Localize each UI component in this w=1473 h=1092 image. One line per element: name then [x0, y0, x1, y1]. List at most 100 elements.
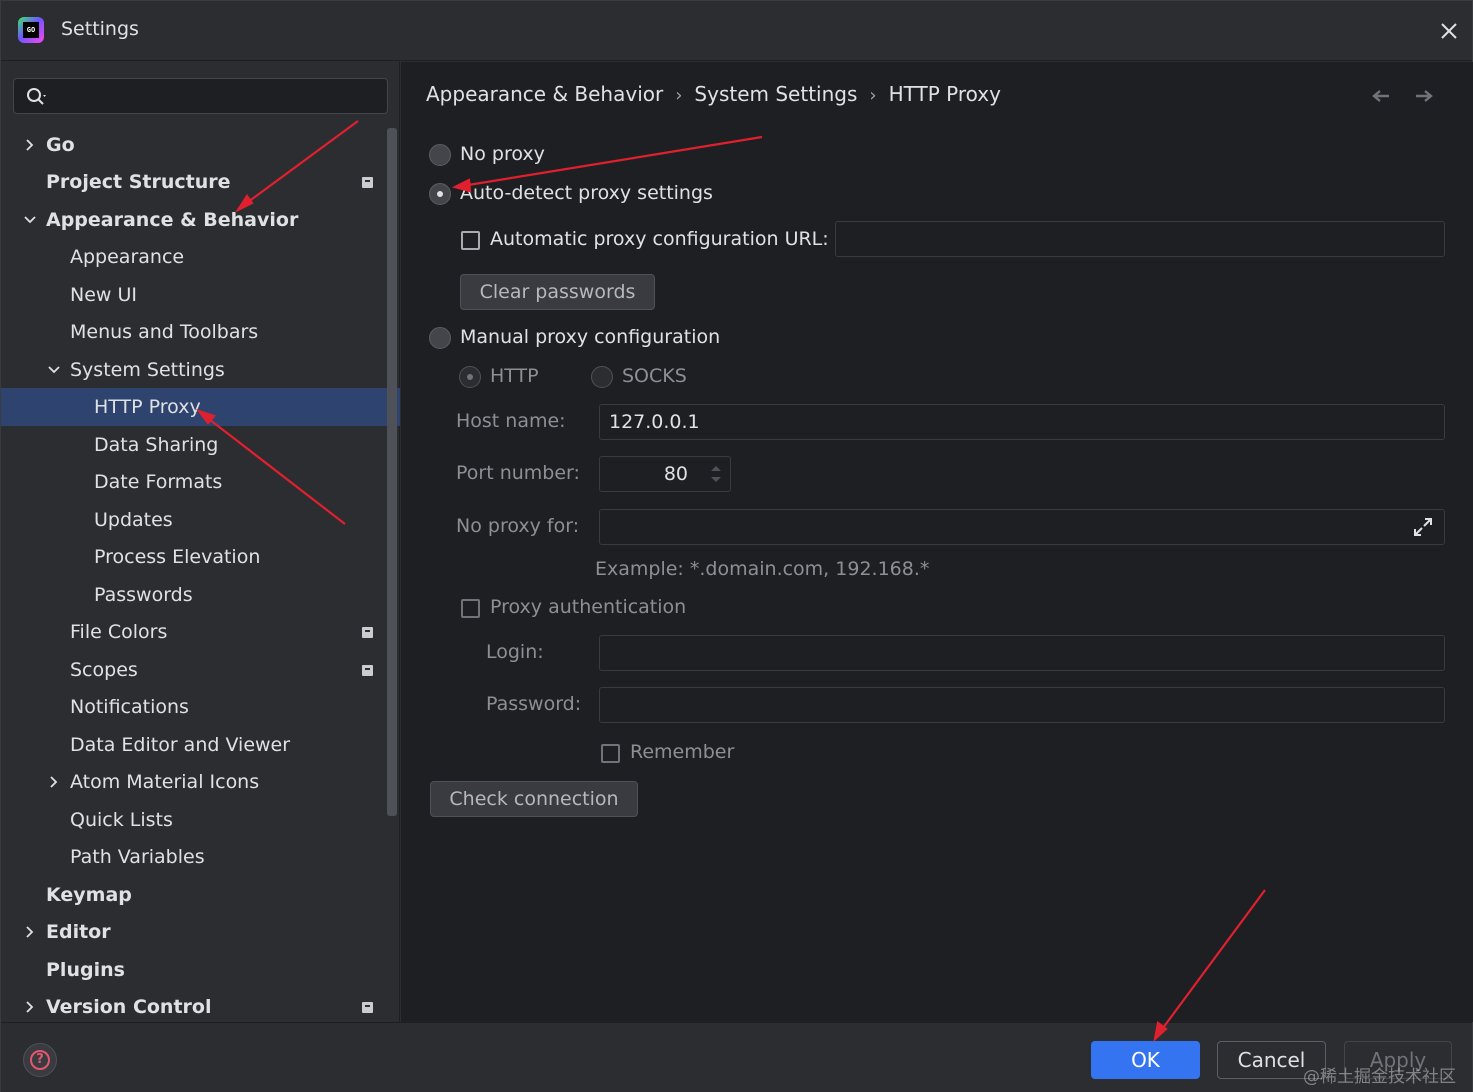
tree-item-label: Data Editor and Viewer: [70, 734, 291, 756]
tree-item-keymap[interactable]: Keymap: [1, 876, 400, 914]
tree-item-data-sharing[interactable]: Data Sharing: [1, 426, 400, 464]
tree-item-label: Appearance & Behavior: [46, 209, 299, 231]
watermark: @稀土掘金技术社区: [1303, 1067, 1456, 1087]
tree-item-label: System Settings: [70, 359, 225, 381]
title-bar: GO Settings: [1, 1, 1472, 61]
check-connection-button[interactable]: Check connection: [430, 781, 638, 817]
tree-item-plugins[interactable]: Plugins: [1, 951, 400, 989]
auto-config-url-label: Automatic proxy configuration URL:: [490, 228, 829, 250]
login-field[interactable]: [599, 635, 1445, 671]
no-proxy-for-label: No proxy for:: [456, 515, 580, 537]
tree-item-notifications[interactable]: Notifications: [1, 688, 400, 726]
auto-detect-label: Auto-detect proxy settings: [460, 182, 713, 204]
tree-item-atom-material-icons[interactable]: Atom Material Icons: [1, 763, 400, 801]
tree-item-path-variables[interactable]: Path Variables: [1, 838, 400, 876]
project-level-icon: [362, 665, 373, 676]
tree-item-file-colors[interactable]: File Colors: [1, 613, 400, 651]
breadcrumb-item[interactable]: System Settings: [694, 82, 857, 106]
tree-item-label: Appearance: [70, 246, 185, 268]
chevron-down-icon[interactable]: [23, 213, 37, 227]
chevron-right-icon[interactable]: [23, 1000, 37, 1014]
settings-search-box[interactable]: [13, 78, 388, 114]
proxy-auth-checkbox[interactable]: [461, 599, 480, 618]
tree-item-label: Go: [46, 134, 75, 156]
auto-detect-radio[interactable]: [429, 183, 451, 205]
chevron-right-icon[interactable]: [23, 925, 37, 939]
proxy-auth-label: Proxy authentication: [490, 596, 687, 618]
http-radio[interactable]: [459, 366, 481, 388]
tree-item-appearance[interactable]: Appearance: [1, 238, 400, 276]
tree-scrollbar[interactable]: [387, 128, 397, 816]
manual-proxy-radio[interactable]: [429, 327, 451, 349]
password-field[interactable]: [599, 687, 1445, 723]
clear-passwords-button[interactable]: Clear passwords: [460, 274, 655, 310]
port-number-label: Port number:: [456, 462, 580, 484]
tree-item-menus-toolbars[interactable]: Menus and Toolbars: [1, 313, 400, 351]
breadcrumb-separator: ›: [869, 85, 877, 106]
search-input[interactable]: [54, 83, 384, 109]
tree-item-go[interactable]: Go: [1, 126, 400, 164]
tree-item-label: Editor: [46, 921, 111, 943]
breadcrumb-item: HTTP Proxy: [888, 82, 1001, 106]
history-nav: [1371, 88, 1434, 108]
breadcrumb-item[interactable]: Appearance & Behavior: [426, 82, 663, 106]
port-number-value: 80: [663, 463, 688, 485]
manual-proxy-label: Manual proxy configuration: [460, 326, 721, 348]
no-proxy-example: Example: *.domain.com, 192.168.*: [595, 558, 930, 580]
auto-config-url-field[interactable]: [835, 221, 1445, 257]
tree-item-version-control[interactable]: Version Control: [1, 988, 400, 1026]
chevron-down-icon[interactable]: [47, 363, 61, 377]
tree-item-label: HTTP Proxy: [94, 396, 201, 418]
tree-item-new-ui[interactable]: New UI: [1, 276, 400, 314]
tree-item-http-proxy[interactable]: HTTP Proxy: [1, 388, 400, 426]
project-level-icon: [362, 177, 373, 188]
expand-icon[interactable]: [1412, 516, 1434, 538]
chevron-right-icon[interactable]: [47, 775, 61, 789]
tree-item-passwords[interactable]: Passwords: [1, 576, 400, 614]
tree-item-label: Data Sharing: [94, 434, 219, 456]
socks-radio[interactable]: [591, 366, 613, 388]
auto-config-url-checkbox[interactable]: [461, 231, 480, 250]
no-proxy-radio[interactable]: [429, 144, 451, 166]
tree-item-editor[interactable]: Editor: [1, 913, 400, 951]
forward-arrow-icon[interactable]: [1414, 88, 1434, 104]
tree-item-label: Plugins: [46, 959, 125, 981]
tree-item-quick-lists[interactable]: Quick Lists: [1, 801, 400, 839]
tree-item-label: Menus and Toolbars: [70, 321, 259, 343]
host-name-field[interactable]: 127.0.0.1: [599, 404, 1445, 440]
dialog-footer: ? OK Cancel Apply: [1, 1022, 1472, 1092]
tree-item-label: Passwords: [94, 584, 193, 606]
tree-item-date-formats[interactable]: Date Formats: [1, 463, 400, 501]
tree-item-appearance-behavior[interactable]: Appearance & Behavior: [1, 201, 400, 239]
settings-tree-panel: Go Project Structure Appearance & Behavi…: [1, 62, 400, 1022]
back-arrow-icon[interactable]: [1371, 88, 1391, 104]
http-proxy-page: Appearance & Behavior › System Settings › HT…: [401, 62, 1473, 1022]
tree-item-process-elevation[interactable]: Process Elevation: [1, 538, 400, 576]
tree-item-updates[interactable]: Updates: [1, 501, 400, 539]
tree-item-label: Version Control: [46, 996, 212, 1018]
search-icon: [27, 88, 46, 105]
no-proxy-for-field[interactable]: [599, 509, 1445, 545]
ok-button[interactable]: OK: [1091, 1041, 1200, 1079]
tree-item-label: Quick Lists: [70, 809, 173, 831]
tree-item-label: Notifications: [70, 696, 189, 718]
password-label: Password:: [486, 693, 582, 715]
breadcrumb-separator: ›: [675, 85, 683, 106]
tree-item-label: File Colors: [70, 621, 168, 643]
breadcrumb: Appearance & Behavior › System Settings › HT…: [426, 82, 1001, 106]
help-button[interactable]: ?: [23, 1043, 57, 1077]
remember-checkbox[interactable]: [601, 744, 620, 763]
login-label: Login:: [486, 641, 544, 663]
project-level-icon: [362, 1002, 373, 1013]
tree-item-label: Keymap: [46, 884, 132, 906]
tree-item-system-settings[interactable]: System Settings: [1, 351, 400, 389]
spinner-arrows-icon[interactable]: [708, 461, 724, 487]
close-icon[interactable]: [1435, 17, 1463, 45]
chevron-right-icon[interactable]: [23, 138, 37, 152]
port-number-field[interactable]: 80: [599, 456, 731, 492]
tree-item-project-structure[interactable]: Project Structure: [1, 163, 400, 201]
tree-item-data-editor-viewer[interactable]: Data Editor and Viewer: [1, 726, 400, 764]
tree-item-scopes[interactable]: Scopes: [1, 651, 400, 689]
tree-item-label: Scopes: [70, 659, 138, 681]
settings-dialog: GO Settings Go Project Structure Appeara…: [0, 0, 1473, 1092]
